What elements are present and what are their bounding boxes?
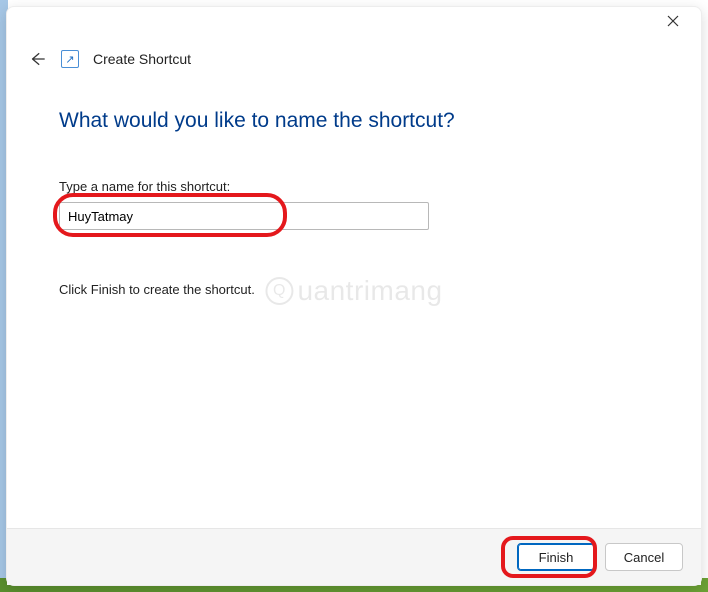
dialog-title: Create Shortcut xyxy=(93,51,191,67)
input-label: Type a name for this shortcut: xyxy=(59,179,659,194)
close-button[interactable] xyxy=(653,7,693,35)
dialog-header: Create Shortcut xyxy=(7,35,701,73)
cancel-button[interactable]: Cancel xyxy=(605,543,683,571)
shortcut-name-input[interactable] xyxy=(59,202,429,230)
finish-button[interactable]: Finish xyxy=(517,543,595,571)
close-icon xyxy=(667,15,679,27)
back-button[interactable] xyxy=(27,49,47,69)
shortcut-name-field-wrap xyxy=(59,202,429,230)
titlebar xyxy=(7,7,701,35)
shortcut-icon xyxy=(61,50,79,68)
page-heading: What would you like to name the shortcut… xyxy=(59,109,659,133)
dialog-content: What would you like to name the shortcut… xyxy=(7,73,701,528)
create-shortcut-dialog: Create Shortcut What would you like to n… xyxy=(6,6,702,586)
instruction-text: Click Finish to create the shortcut. xyxy=(59,282,659,297)
back-arrow-icon xyxy=(28,50,46,68)
dialog-footer: Finish Cancel xyxy=(7,528,701,585)
